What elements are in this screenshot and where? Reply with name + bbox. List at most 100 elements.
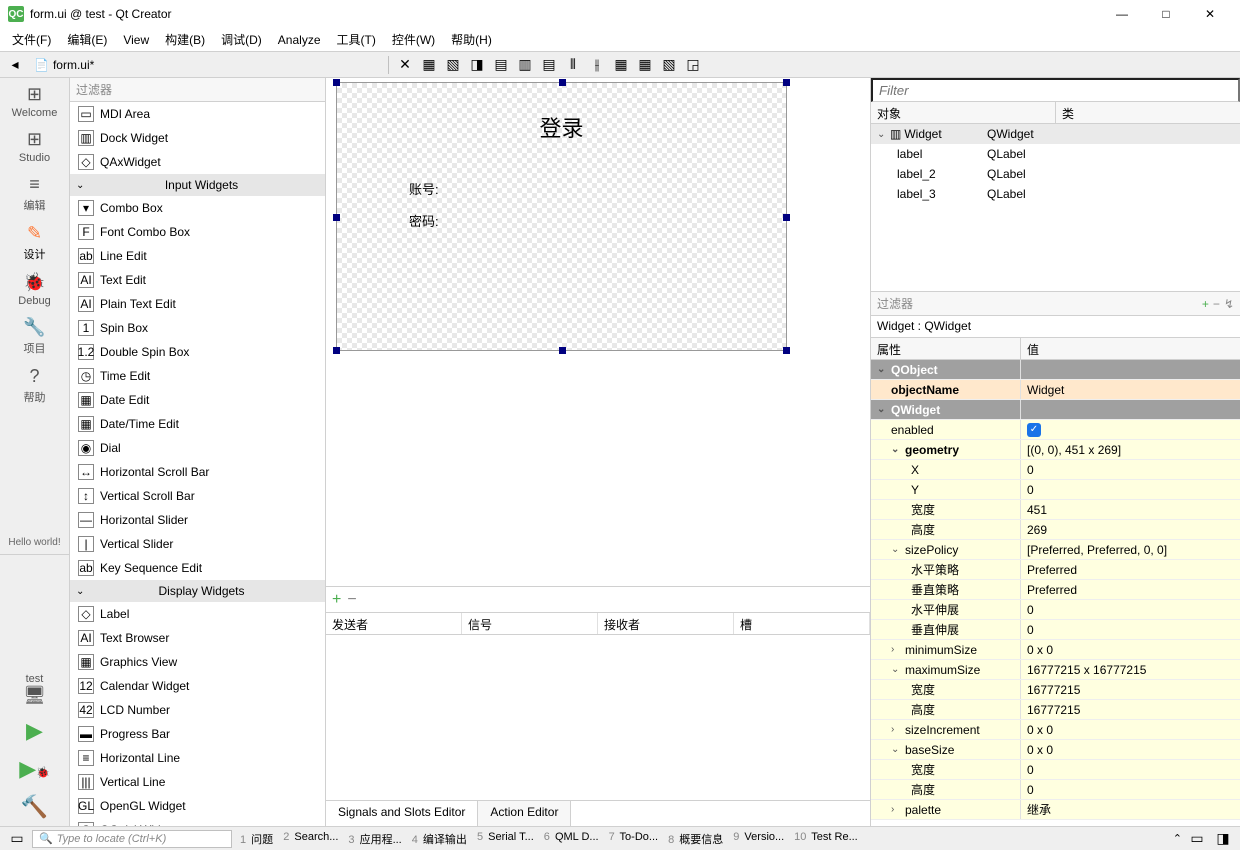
prop-group-QObject[interactable]: ⌄ QObject	[871, 360, 1240, 380]
menu-调试(D)[interactable]: 调试(D)	[215, 29, 268, 50]
prop-value[interactable]: [(0, 0), 451 x 269]	[1021, 440, 1240, 459]
prop-value[interactable]: 0 x 0	[1021, 740, 1240, 759]
widget-Date-Edit[interactable]: ▦Date Edit	[70, 388, 325, 412]
layout-hsplit-icon[interactable]: ⫴	[562, 54, 584, 76]
widget-Label[interactable]: ◇Label	[70, 602, 325, 626]
form-title-label[interactable]: 登录	[539, 111, 583, 143]
prop-value[interactable]: 16777215	[1021, 680, 1240, 699]
prop-value[interactable]: 0	[1021, 760, 1240, 779]
output-tab-3[interactable]: 3 应用程...	[344, 831, 405, 847]
close-button[interactable]: ✕	[1196, 4, 1224, 24]
widget-Horizontal-Scroll-Bar[interactable]: ↔Horizontal Scroll Bar	[70, 460, 325, 484]
prop-value[interactable]: 继承	[1021, 800, 1240, 819]
prop-value[interactable]: 0	[1021, 620, 1240, 639]
output-tab-7[interactable]: 7 To-Do...	[605, 831, 663, 847]
prop-Y[interactable]: Y0	[871, 480, 1240, 500]
back-button[interactable]: ◂	[4, 54, 26, 76]
widget-Plain-Text-Edit[interactable]: AIPlain Text Edit	[70, 292, 325, 316]
add-prop-icon[interactable]: +	[1202, 297, 1209, 311]
output-tab-5[interactable]: 5 Serial T...	[473, 831, 538, 847]
widget-QAxWidget[interactable]: ◇QAxWidget	[70, 150, 325, 174]
widget-Vertical-Scroll-Bar[interactable]: ↕Vertical Scroll Bar	[70, 484, 325, 508]
remove-prop-icon[interactable]: −	[1213, 297, 1220, 311]
obj-label_3[interactable]: label_3QLabel	[871, 184, 1240, 204]
close-tab-button[interactable]: ✕	[394, 54, 416, 76]
layout-form-icon[interactable]: ▦	[634, 54, 656, 76]
output-tab-8[interactable]: 8 概要信息	[664, 831, 727, 847]
prop-palette[interactable]: ›palette继承	[871, 800, 1240, 820]
file-tab[interactable]: 📄 form.ui*	[28, 58, 100, 72]
obj-col-class[interactable]: 类	[1056, 102, 1240, 123]
tab-Action-Editor[interactable]: Action Editor	[478, 801, 571, 826]
layout-v-icon[interactable]: ▤	[538, 54, 560, 76]
prop-水平伸展[interactable]: 水平伸展0	[871, 600, 1240, 620]
output-tab-9[interactable]: 9 Versio...	[729, 831, 788, 847]
edit-signals-icon[interactable]: ▧	[442, 54, 464, 76]
expand-icon[interactable]: ›	[891, 724, 901, 735]
output-tab-1[interactable]: 1 问题	[236, 831, 277, 847]
prop-value[interactable]: 0 x 0	[1021, 720, 1240, 739]
obj-label[interactable]: labelQLabel	[871, 144, 1240, 164]
prop-baseSize[interactable]: ⌄baseSize0 x 0	[871, 740, 1240, 760]
output-tab-10[interactable]: 10 Test Re...	[790, 831, 862, 847]
adjust-size-icon[interactable]: ◲	[682, 54, 704, 76]
signals-col-信号[interactable]: 信号	[462, 613, 598, 634]
widget-Vertical-Slider[interactable]: |Vertical Slider	[70, 532, 325, 556]
widget-Progress-Bar[interactable]: ▬Progress Bar	[70, 722, 325, 746]
layout-h-icon[interactable]: ▥	[514, 54, 536, 76]
mode-Welcome[interactable]: ⊞Welcome	[10, 78, 60, 123]
widgetbox-filter[interactable]: 过滤器	[70, 78, 325, 102]
prop-sizePolicy[interactable]: ⌄sizePolicy[Preferred, Preferred, 0, 0]	[871, 540, 1240, 560]
prop-垂直伸展[interactable]: 垂直伸展0	[871, 620, 1240, 640]
property-filter[interactable]: 过滤器 + − ↯	[871, 292, 1240, 316]
toggle-sidebar-icon[interactable]: ◨	[1212, 828, 1234, 850]
widget-category[interactable]: ⌄Input Widgets	[70, 174, 325, 196]
expand-icon[interactable]: ›	[891, 644, 901, 655]
mode-设计[interactable]: ✎设计	[10, 217, 60, 266]
widget-Dial[interactable]: ◉Dial	[70, 436, 325, 460]
menu-Analyze[interactable]: Analyze	[272, 31, 327, 49]
maximize-button[interactable]: □	[1152, 4, 1180, 24]
widget-QQuickWidget[interactable]: QQQuickWidget	[70, 818, 325, 826]
checkbox-icon[interactable]: ✓	[1027, 423, 1041, 437]
mode-项目[interactable]: 🔧项目	[10, 311, 60, 360]
output-chevron-icon[interactable]: ⌃	[1173, 832, 1182, 845]
widget-Double-Spin-Box[interactable]: 1.2Double Spin Box	[70, 340, 325, 364]
widget-Horizontal-Line[interactable]: ≡Horizontal Line	[70, 746, 325, 770]
design-canvas[interactable]: 登录 账号: 密码:	[326, 78, 870, 586]
obj-Widget[interactable]: ⌄▥WidgetQWidget	[871, 124, 1240, 144]
prop-sizeIncrement[interactable]: ›sizeIncrement0 x 0	[871, 720, 1240, 740]
add-signal-icon[interactable]: +	[332, 591, 341, 609]
expand-icon[interactable]: ⌄	[891, 664, 901, 675]
menu-工具(T)[interactable]: 工具(T)	[331, 29, 382, 50]
menu-构建(B)[interactable]: 构建(B)	[159, 29, 211, 50]
locator-input[interactable]: 🔍 Type to locate (Ctrl+K)	[32, 830, 232, 848]
locator-icon[interactable]: ▭	[6, 828, 28, 850]
widget-category[interactable]: ⌄Display Widgets	[70, 580, 325, 602]
edit-taborder-icon[interactable]: ▤	[490, 54, 512, 76]
tab-Signals-and-Slots-Editor[interactable]: Signals and Slots Editor	[326, 801, 478, 826]
widget-Text-Browser[interactable]: AIText Browser	[70, 626, 325, 650]
prop-高度[interactable]: 高度0	[871, 780, 1240, 800]
widget-Date/Time-Edit[interactable]: ▦Date/Time Edit	[70, 412, 325, 436]
prop-value[interactable]: Preferred	[1021, 560, 1240, 579]
form-widget[interactable]: 登录 账号: 密码:	[336, 82, 787, 351]
prop-value[interactable]: 0	[1021, 480, 1240, 499]
menu-编辑(E)[interactable]: 编辑(E)	[61, 29, 113, 50]
widget-Key-Sequence-Edit[interactable]: abKey Sequence Edit	[70, 556, 325, 580]
widget-MDI-Area[interactable]: ▭MDI Area	[70, 102, 325, 126]
prop-value[interactable]: 0	[1021, 460, 1240, 479]
signals-col-槽[interactable]: 槽	[734, 613, 870, 634]
form-password-label[interactable]: 密码:	[409, 211, 439, 230]
expand-icon[interactable]: ⌄	[891, 444, 901, 455]
mode-编辑[interactable]: ≡编辑	[10, 168, 60, 217]
config-prop-icon[interactable]: ↯	[1224, 297, 1234, 311]
widget-Calendar-Widget[interactable]: 12Calendar Widget	[70, 674, 325, 698]
prop-value[interactable]: 16777215 x 16777215	[1021, 660, 1240, 679]
menu-帮助(H)[interactable]: 帮助(H)	[445, 29, 498, 50]
expand-icon[interactable]: ›	[891, 804, 901, 815]
widget-Combo-Box[interactable]: ▾Combo Box	[70, 196, 325, 220]
debug-run-button[interactable]: ▶🐞	[13, 750, 56, 788]
expand-icon[interactable]: ⌄	[891, 544, 901, 555]
kit-selector[interactable]: test 🖥	[0, 667, 69, 712]
